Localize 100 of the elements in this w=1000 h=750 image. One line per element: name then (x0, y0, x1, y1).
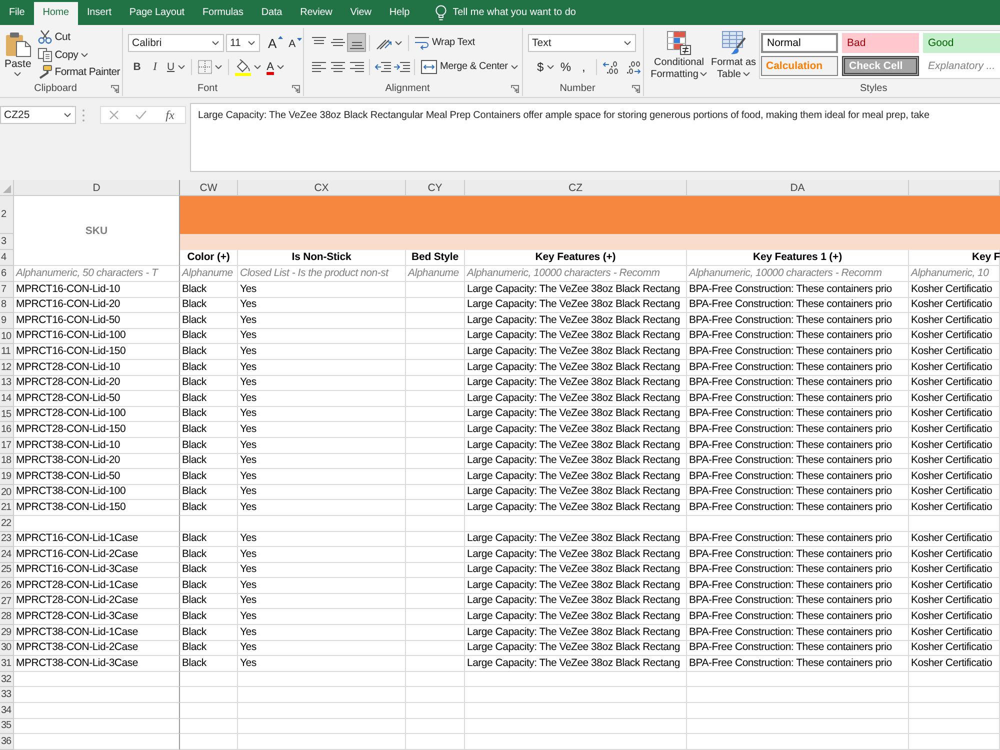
table-cell: BPA-Free Construction: These containers prio (687, 344, 909, 360)
table-cell: Kosher Certificatio (909, 500, 1000, 516)
format-painter-button[interactable]: Format Painter (36, 63, 122, 82)
ribbon-tab[interactable]: View (341, 2, 380, 25)
table-cell: Black (180, 500, 238, 516)
table-cell (406, 298, 465, 314)
align-bottom-button[interactable] (347, 33, 366, 52)
table-cell: Yes (238, 547, 406, 563)
format-as-table-button[interactable]: Format as Table (710, 29, 757, 82)
table-cell: Large Capacity: The VeZee 38oz Black Rectang (465, 298, 687, 314)
table-cell: Large Capacity: The VeZee 38oz Black Rectang (465, 547, 687, 563)
ribbon-tab[interactable]: Review (291, 2, 342, 25)
shrink-font-button[interactable]: A (286, 34, 305, 52)
cancel-icon (109, 110, 119, 120)
increase-decimal-icon (602, 60, 619, 74)
dialog-launcher-icon[interactable] (292, 84, 300, 92)
table-cell: BPA-Free Construction: These containers prio (687, 562, 909, 578)
table-cell (180, 718, 238, 734)
table-cell: Alphanumeric, 10000 characters - Recomm (465, 266, 687, 282)
name-box-field[interactable]: CZ25 (0, 106, 76, 124)
currency-button[interactable]: $ (534, 58, 557, 76)
insert-function-button[interactable]: fx (163, 107, 177, 123)
table-cell: Large Capacity: The VeZee 38oz Black Rectang (465, 484, 687, 500)
table-cell (406, 376, 465, 392)
group-label: Styles (860, 83, 888, 94)
formula-field[interactable]: Large Capacity: The VeZee 38oz Black Rectangular Meal Prep Containers offer ample space for storing generous portions of food, making them ideal for meal prep, take (190, 103, 1000, 172)
caret-icon (510, 64, 518, 68)
grow-font-button[interactable]: A (265, 34, 286, 52)
table-cell (406, 672, 465, 688)
cell-style-option[interactable]: Normal (761, 33, 838, 53)
ribbon-tab[interactable]: Insert (78, 2, 120, 25)
row-number: 33 (0, 687, 14, 704)
dialog-launcher-icon[interactable] (111, 84, 119, 92)
dialog-launcher-icon[interactable] (511, 84, 519, 92)
table-cell: BPA-Free Construction: These containers prio (687, 391, 909, 407)
percent-button[interactable]: % (556, 58, 575, 76)
tell-me-field[interactable]: Tell me what you want to do (452, 7, 603, 18)
cell-style-option[interactable]: Bad (842, 33, 919, 53)
wrap-text-button[interactable]: Wrap Text (412, 33, 478, 52)
table-cell (406, 609, 465, 626)
table-brush-icon (722, 31, 746, 55)
ribbon-tab[interactable]: Data (252, 2, 292, 25)
ribbon-tab[interactable]: Home (34, 2, 78, 25)
merge-center-button[interactable]: Merge & Center (418, 57, 521, 76)
caret-icon (546, 65, 554, 69)
row-number: 8 (0, 298, 14, 314)
italic-button[interactable]: I (146, 58, 164, 76)
table-cell: Key F (909, 250, 1000, 266)
table-cell: Closed List - Is the product non-st (238, 266, 406, 282)
row-number: 34 (0, 703, 14, 719)
table-cell: Yes (238, 656, 406, 672)
number-format-field[interactable]: Text (528, 34, 636, 52)
table-cell: Yes (238, 391, 406, 407)
ribbon-tab[interactable]: File (0, 2, 34, 25)
row-number: 13 (0, 376, 14, 392)
font-size-field[interactable]: 11 (226, 34, 260, 52)
table-cell: Kosher Certificatio (909, 547, 1000, 563)
row-number: 29 (0, 625, 14, 641)
ribbon-tab[interactable]: Page Layout (120, 2, 194, 25)
ribbon-tab[interactable]: Help (380, 2, 419, 25)
table-cell: MPRCT38-CON-Lid-1Case (14, 625, 180, 641)
conditional-formatting-button[interactable]: Conditional Formatting (648, 29, 710, 82)
table-cell (406, 734, 465, 750)
table-cell: MPRCT38-CON-Lid-150 (14, 500, 180, 516)
row-number: 27 (0, 594, 14, 610)
table-cell: MPRCT28-CON-Lid-3Case (14, 609, 180, 626)
table-cell: Black (180, 313, 238, 329)
table-cell: MPRCT38-CON-Lid-3Case (14, 656, 180, 672)
ribbon-tab[interactable]: Formulas (193, 2, 252, 25)
table-cell (406, 625, 465, 641)
paste-button[interactable]: Paste (3, 28, 33, 77)
table-cell: Yes (238, 469, 406, 485)
table-cell: MPRCT28-CON-Lid-2Case (14, 594, 180, 610)
table-cell: Kosher Certificatio (909, 454, 1000, 470)
row-number: 23 (0, 532, 14, 548)
row-number: 26 (0, 578, 14, 594)
table-cell: Yes (238, 360, 406, 376)
underline-button[interactable]: U (164, 58, 188, 76)
copy-button[interactable]: Copy (36, 46, 122, 64)
table-cell (406, 360, 465, 376)
caret-icon (700, 72, 708, 76)
row-number: 18 (0, 454, 14, 470)
bold-button[interactable]: B (128, 58, 146, 76)
comma-style-button[interactable]: , (574, 58, 593, 76)
dialog-launcher-icon[interactable] (632, 84, 640, 92)
font-color-button[interactable]: A (264, 58, 287, 76)
cell-style-option[interactable]: Explanatory ... (923, 56, 1000, 76)
caret-icon (64, 113, 71, 117)
cell-style-option[interactable]: Good (923, 33, 1000, 53)
table-cell: Yes (238, 500, 406, 516)
table-cell: MPRCT28-CON-Lid-1Case (14, 578, 180, 594)
table-cell: Kosher Certificatio (909, 625, 1000, 641)
font-name-field[interactable]: Calibri (128, 34, 224, 52)
copy-icon (38, 48, 52, 62)
table-cell: Kosher Certificatio (909, 578, 1000, 594)
table-cell: Alphanumeric, 10 (909, 266, 1000, 282)
table-cell: Large Capacity: The VeZee 38oz Black Rectang (465, 360, 687, 376)
row-number: 16 (0, 422, 14, 438)
cut-button[interactable]: Cut (36, 28, 122, 46)
table-cell: Black (180, 298, 238, 314)
